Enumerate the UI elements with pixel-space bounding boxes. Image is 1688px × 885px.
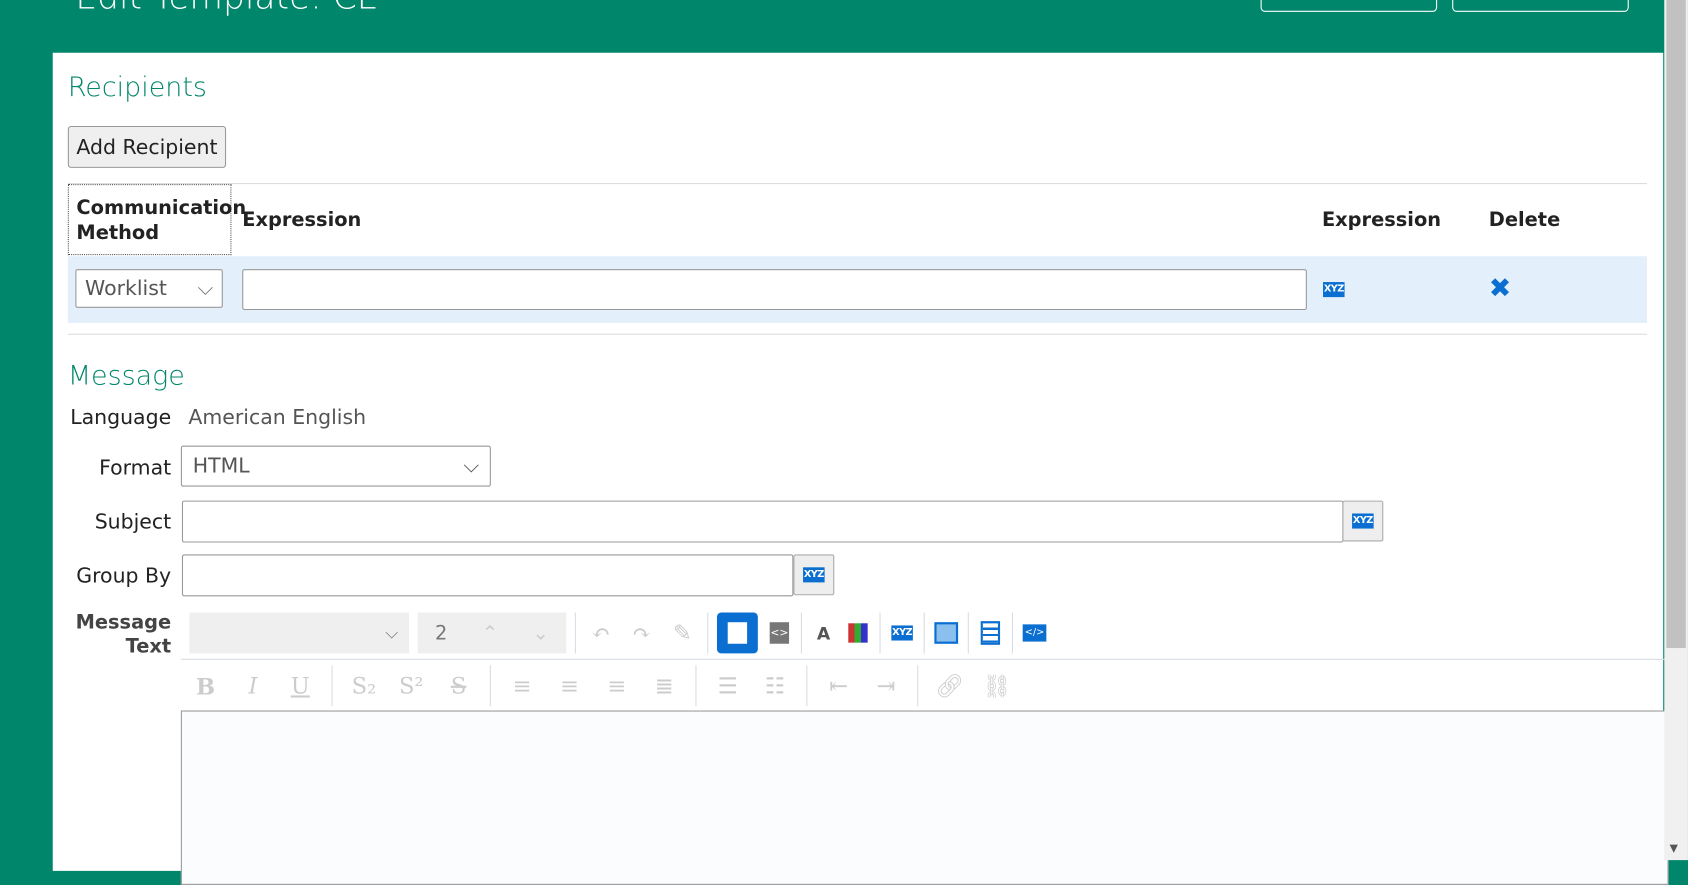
chevron-down-icon[interactable]: ⌄ [533,622,549,645]
undo-icon[interactable]: ↶ [585,620,617,646]
text-color-icon[interactable]: A [811,621,837,645]
header-button-2[interactable] [1452,0,1629,12]
subject-expression-button[interactable]: XYZ [1342,500,1384,542]
group-by-expression-button[interactable]: XYZ [793,554,835,596]
group-by-label: Group By [76,564,172,588]
align-right-icon[interactable]: ≡ [601,673,633,699]
layout-icon[interactable] [977,621,1003,645]
content-panel: Recipients Add Recipient Communication M… [52,52,1669,885]
chevron-down-icon: ⌵ [197,276,214,301]
page-title: Edit Template: CE [75,0,378,17]
xyz-icon: XYZ [891,625,913,641]
underline-icon[interactable]: U [284,673,316,699]
column-expression-builder: Expression [1321,208,1442,232]
superscript-icon[interactable]: S² [395,673,427,699]
message-text-editor[interactable] [180,710,1669,885]
scrollbar-thumb[interactable] [1666,0,1686,649]
font-family-select[interactable]: ⌵ [189,612,410,654]
table-row: Worklist ⌵ XYZ ✖ [67,256,1648,323]
italic-icon[interactable]: I [237,673,269,699]
bullet-list-icon[interactable]: ☰ [712,673,744,699]
align-center-icon[interactable]: ≡ [553,673,585,699]
background-color-icon[interactable] [845,621,871,645]
bold-icon[interactable]: B [189,672,221,699]
redo-icon[interactable]: ↷ [625,620,657,646]
numbered-list-icon[interactable]: ☷ [759,673,791,699]
method-value: Worklist [85,276,167,301]
add-recipient-button[interactable]: Add Recipient [67,125,227,168]
link-icon[interactable]: 🔗︎ [933,672,965,699]
source-mode-icon[interactable]: <> [766,621,792,645]
format-select[interactable]: HTML ⌵ [180,445,491,487]
outdent-icon[interactable]: ⇤ [822,673,854,699]
subscript-icon[interactable]: S₂ [348,673,380,699]
subject-label: Subject [94,510,172,534]
format-label: Format [99,456,172,481]
expression-builder-icon[interactable]: XYZ [1323,282,1345,298]
column-delete: Delete [1488,208,1561,232]
editor-toolbar-2: B I U S₂ S² S ≡ ≡ ≡ ≣ ☰ ☷ ⇤ ⇥ 🔗︎ ⛓︎ [189,662,1013,709]
xyz-icon: XYZ [1352,513,1374,529]
scroll-down-icon[interactable]: ▼ [1670,843,1678,855]
strikethrough-icon[interactable]: S [442,673,474,699]
chevron-down-icon: ⌵ [463,454,480,478]
header-button-1[interactable] [1260,0,1438,12]
justify-icon[interactable]: ≣ [648,673,680,699]
rich-text-mode-button[interactable] [716,612,758,654]
column-expression[interactable]: Expression [242,209,361,232]
delete-icon[interactable]: ✖ [1489,272,1512,303]
font-size-value: 2 [434,621,448,645]
unlink-icon[interactable]: ⛓︎ [981,672,1013,699]
editor-toolbar-1: ⌵ 2 ⌃ ⌄ ↶ ↷ ✎ <> A XYZ </> [189,611,1664,654]
page: Edit Template: CE Recipients Add Recipie… [0,0,1688,885]
font-size-stepper[interactable]: 2 ⌃ ⌄ [417,612,567,654]
format-value: HTML [192,454,250,478]
chevron-up-icon[interactable]: ⌃ [482,622,498,645]
html-code-icon[interactable]: </> [1022,621,1048,645]
expression-input[interactable] [242,269,1307,311]
language-value: American English [188,405,367,430]
chevron-down-icon: ⌵ [385,622,399,643]
message-text-label: Message Text [75,611,172,658]
indent-icon[interactable]: ⇥ [870,673,902,699]
xyz-icon: XYZ [803,567,825,583]
document-icon [727,622,748,644]
insert-image-icon[interactable] [933,621,959,645]
message-heading: Message [67,359,185,391]
group-by-input[interactable] [181,554,794,597]
column-communication-method[interactable]: Communication Method [67,184,246,256]
eraser-icon[interactable]: ✎ [666,620,698,646]
recipients-heading: Recipients [67,71,207,103]
align-left-icon[interactable]: ≡ [506,673,538,699]
insert-expression-icon[interactable]: XYZ [889,621,915,645]
communication-method-select[interactable]: Worklist ⌵ [75,269,223,308]
language-label: Language [70,405,172,430]
subject-input[interactable] [181,500,1344,543]
